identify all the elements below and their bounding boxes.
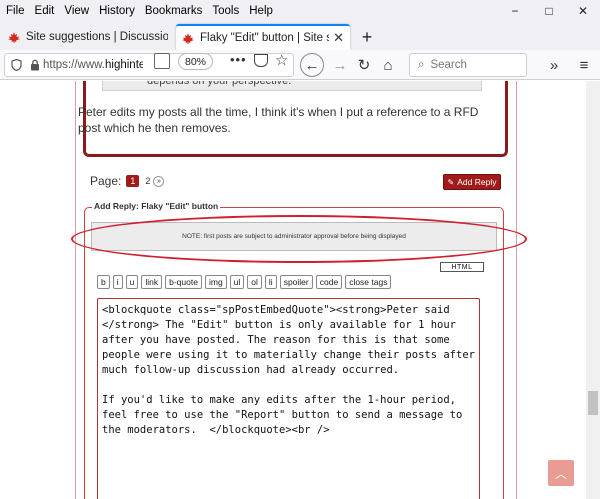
url-text: https://www.highinte: [43, 59, 143, 71]
scrollbar-thumb[interactable]: [588, 391, 598, 415]
quote-tail: depends on your perspective.: [102, 81, 482, 91]
close-window-button[interactable]: ✕: [566, 0, 600, 22]
reply-legend: Add Reply: Flaky "Edit" button: [92, 201, 221, 211]
reply-icon: ✎: [447, 177, 455, 187]
page-content: depends on your perspective. Peter edits…: [0, 81, 600, 499]
pocket-icon[interactable]: [254, 54, 268, 67]
menu-bookmarks[interactable]: Bookmarks: [140, 5, 208, 17]
close-tab-icon[interactable]: ✕: [333, 30, 344, 46]
code-button[interactable]: code: [315, 275, 343, 289]
maple-leaf-icon: [182, 32, 194, 44]
italic-button[interactable]: i: [112, 275, 123, 289]
page-current: 1: [126, 175, 140, 187]
maximize-button[interactable]: □: [532, 0, 566, 22]
menu-view[interactable]: View: [59, 5, 94, 17]
add-reply-label: Add Reply: [457, 177, 497, 187]
menu-edit[interactable]: Edit: [30, 5, 60, 17]
hamburger-menu-icon[interactable]: ≡: [572, 53, 596, 77]
maple-leaf-icon: [8, 31, 20, 43]
page-scrollbar[interactable]: [586, 81, 600, 499]
tab-bar: Site suggestions | Discussion fo Flaky "…: [0, 22, 600, 50]
reply-editor[interactable]: <blockquote class="spPostEmbedQuote"><st…: [97, 298, 480, 499]
post-text: Peter edits my posts all the time, I thi…: [78, 105, 479, 135]
close-tags-button[interactable]: close tags: [345, 275, 392, 289]
forward-button[interactable]: →: [328, 53, 352, 77]
ordered-list-button[interactable]: ol: [247, 275, 262, 289]
blockquote-button[interactable]: b-quote: [165, 275, 202, 289]
page-actions-icon[interactable]: •••: [230, 52, 247, 67]
editor-toolbar: b i u link b-quote img ul ol li spoiler …: [97, 275, 392, 289]
back-button[interactable]: ←: [300, 53, 324, 77]
tab-title: Flaky "Edit" button | Site sugge: [200, 32, 329, 44]
lock-icon[interactable]: [27, 59, 43, 71]
scroll-to-top-button[interactable]: ︿: [548, 460, 574, 486]
shield-icon[interactable]: [5, 59, 27, 71]
page-link-2[interactable]: 2: [145, 176, 150, 186]
nav-bar: https://www.highinte 80% ••• ☆ ← → ↻ ⌂ ⌕…: [0, 50, 600, 80]
annotation-ellipse: [71, 215, 527, 263]
new-tab-button[interactable]: +: [356, 26, 378, 48]
spoiler-button[interactable]: spoiler: [279, 275, 313, 289]
reload-button[interactable]: ↻: [352, 53, 376, 77]
tab-flaky-edit[interactable]: Flaky "Edit" button | Site sugge ✕: [176, 24, 350, 50]
menu-file[interactable]: File: [0, 5, 30, 17]
tab-title: Site suggestions | Discussion fo: [26, 31, 168, 43]
menu-help[interactable]: Help: [244, 5, 278, 17]
menu-tools[interactable]: Tools: [207, 5, 244, 17]
search-placeholder: Search: [430, 59, 467, 71]
html-mode-button[interactable]: HTML: [440, 262, 484, 272]
content-border-left: [75, 81, 76, 499]
list-item-button[interactable]: li: [264, 275, 277, 289]
unordered-list-button[interactable]: ul: [229, 275, 245, 289]
link-button[interactable]: link: [141, 275, 163, 289]
minimize-button[interactable]: −: [498, 0, 532, 22]
pager: Page: 1 2 »: [90, 174, 165, 188]
tab-site-suggestions[interactable]: Site suggestions | Discussion fo: [2, 24, 174, 50]
bold-button[interactable]: b: [97, 275, 110, 289]
window-controls: − □ ✕: [498, 0, 600, 22]
reader-view-icon[interactable]: [154, 53, 170, 69]
search-icon: ⌕: [418, 58, 425, 71]
zoom-level[interactable]: 80%: [178, 53, 214, 70]
search-box[interactable]: ⌕ Search: [409, 53, 527, 77]
underline-button[interactable]: u: [125, 275, 139, 289]
home-button[interactable]: ⌂: [376, 53, 400, 77]
url-bar[interactable]: https://www.highinte: [4, 53, 294, 77]
bookmark-star-icon[interactable]: ☆: [275, 51, 288, 69]
pager-label: Page:: [90, 174, 122, 188]
next-page-icon[interactable]: »: [153, 175, 165, 187]
menu-history[interactable]: History: [94, 5, 140, 17]
overflow-menu-icon[interactable]: »: [542, 53, 566, 77]
chevron-up-icon: ︿: [554, 466, 567, 481]
add-reply-button[interactable]: ✎ Add Reply: [443, 174, 501, 190]
menubar: File Edit View History Bookmarks Tools H…: [0, 0, 600, 22]
image-button[interactable]: img: [204, 275, 227, 289]
content-border-right: [516, 81, 517, 499]
